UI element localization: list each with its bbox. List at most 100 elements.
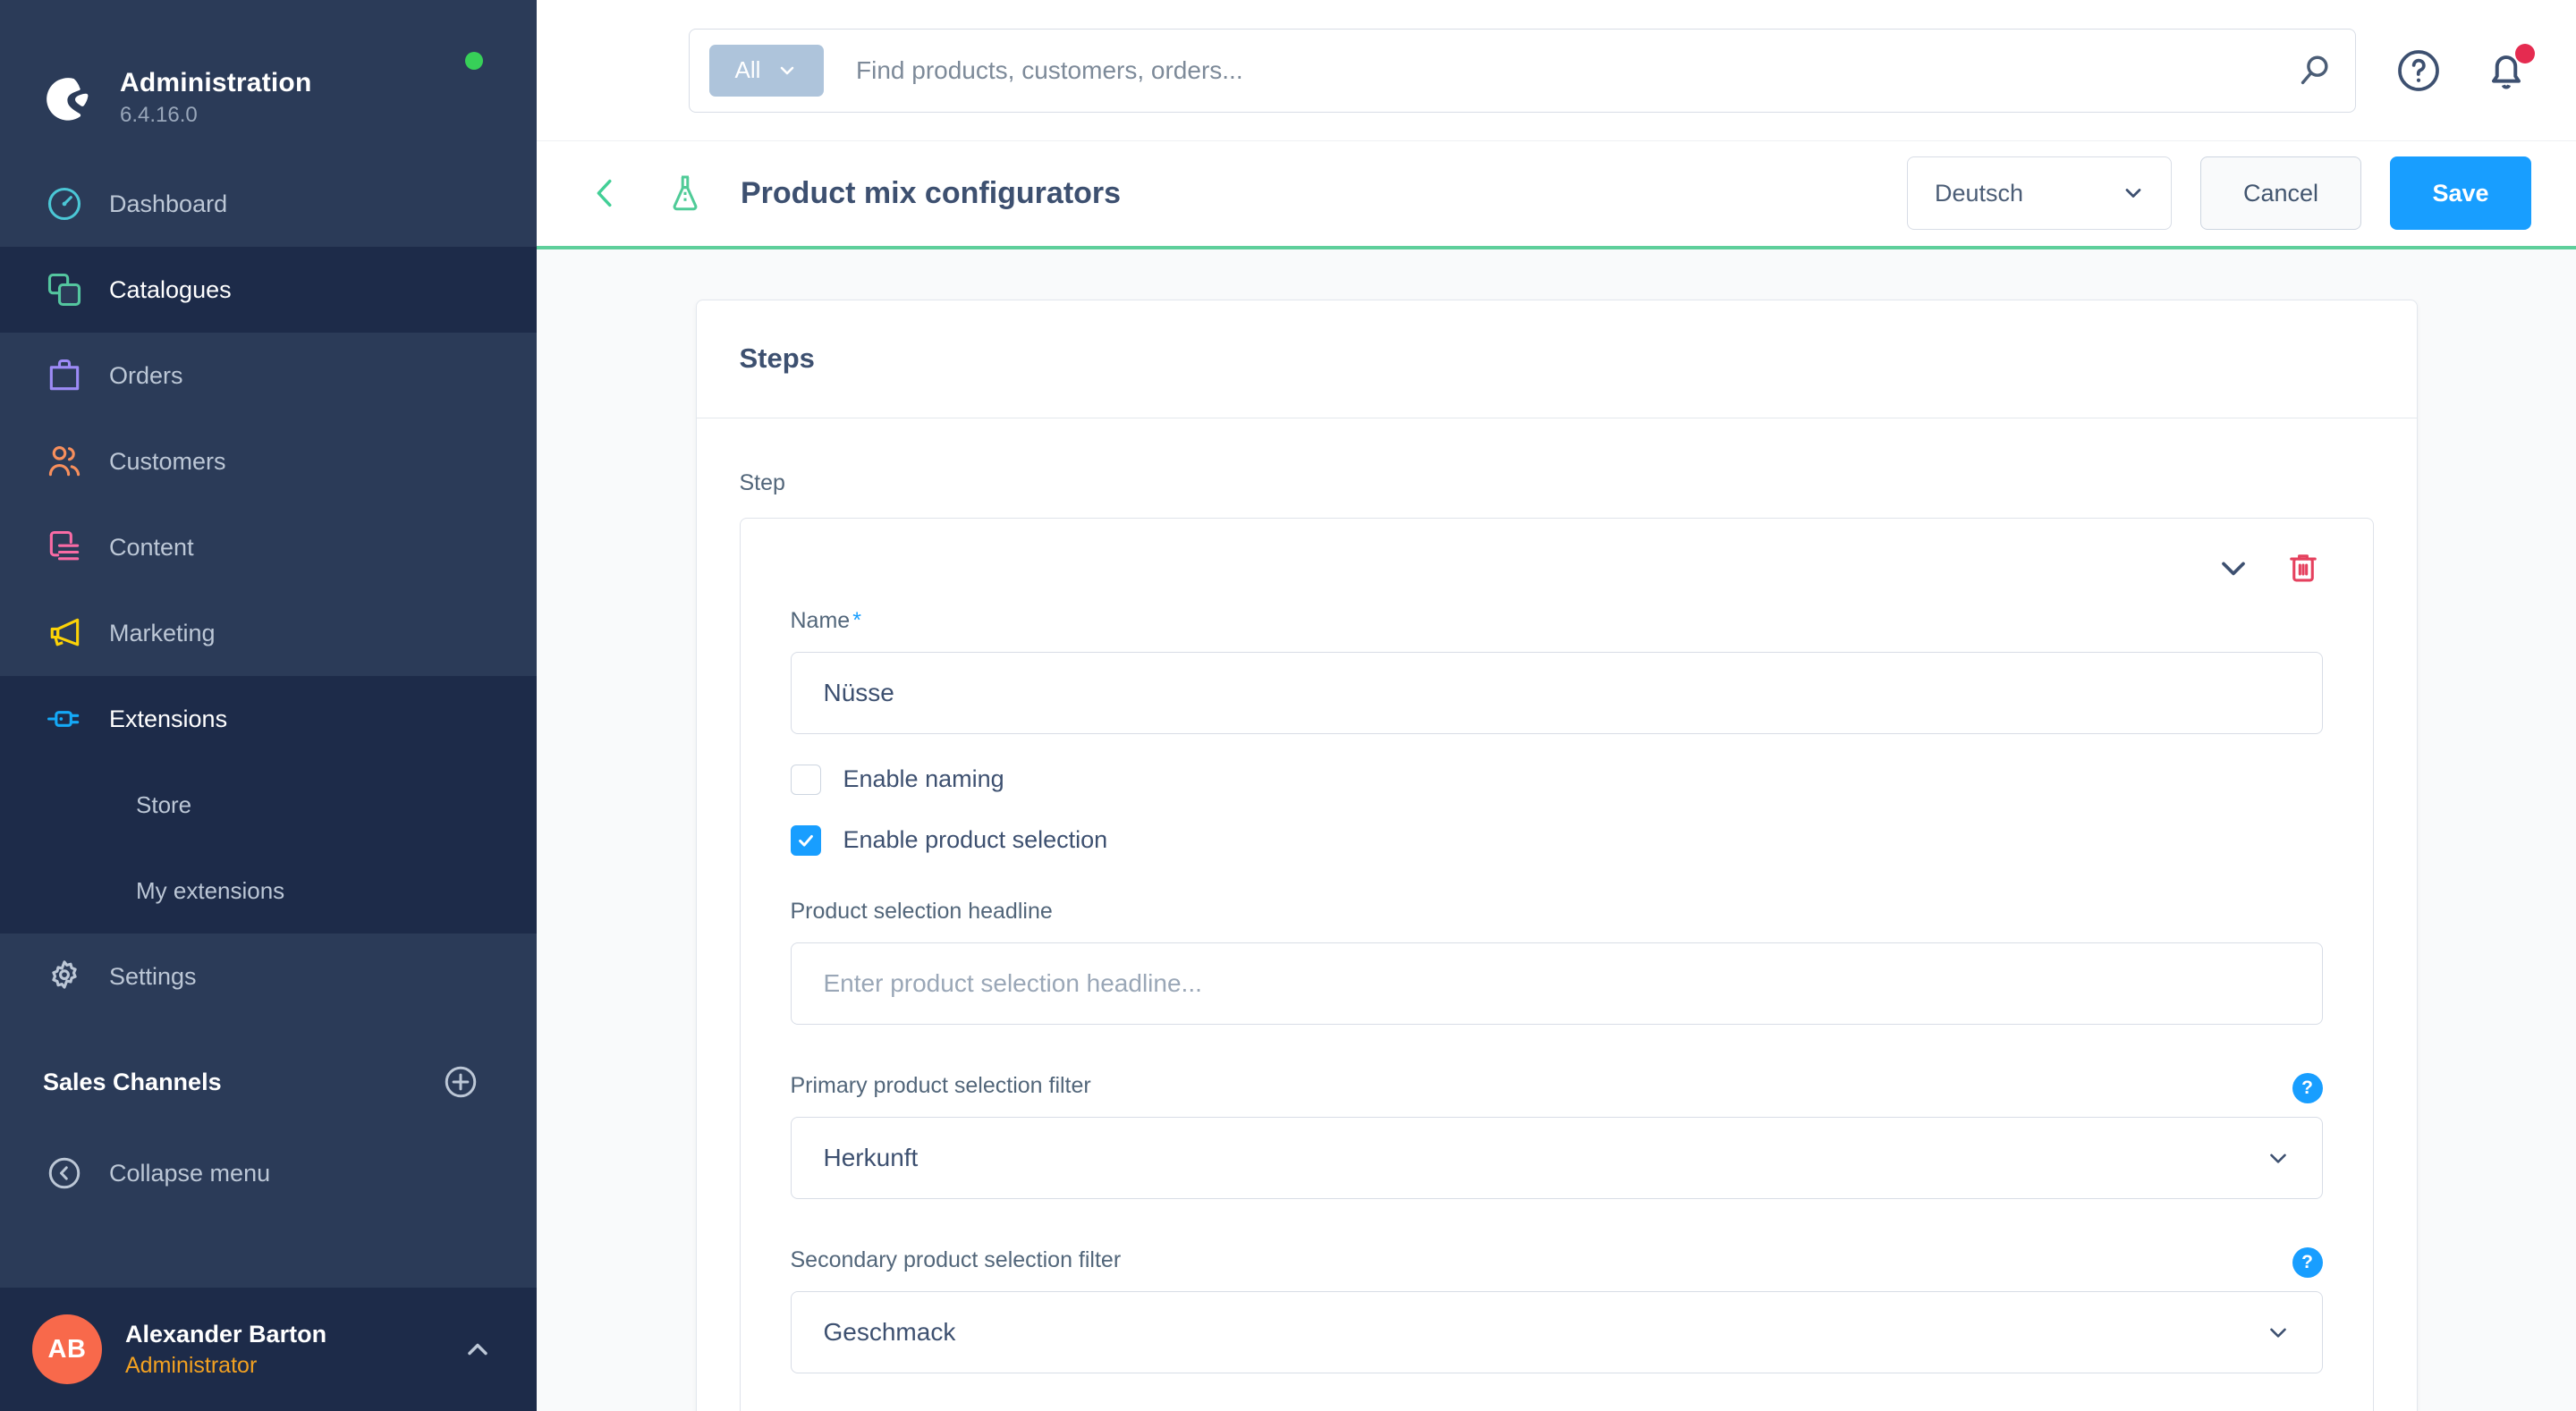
sidebar-item-label: Settings — [109, 962, 197, 990]
avatar: AB — [32, 1314, 102, 1384]
notification-badge — [2515, 43, 2535, 63]
help-circle-icon[interactable] — [2394, 46, 2444, 96]
primary-filter-select[interactable]: Herkunft — [790, 1116, 2323, 1199]
sidebar-subitem-store[interactable]: Store — [0, 762, 537, 848]
sidebar-item-marketing[interactable]: Marketing — [0, 590, 537, 676]
product-selection-headline-group: Product selection headline — [790, 898, 2323, 1025]
secondary-filter-label: Secondary product selection filter — [790, 1246, 1122, 1272]
required-marker: * — [852, 607, 861, 633]
enable-product-selection-checkbox-row[interactable]: Enable product selection — [790, 824, 2323, 856]
catalogues-icon — [43, 268, 86, 311]
sidebar-item-customers[interactable]: Customers — [0, 418, 537, 504]
sidebar-collapse-label: Collapse menu — [109, 1159, 271, 1187]
sidebar-item-extensions[interactable]: Extensions — [0, 676, 537, 762]
back-chevron-icon[interactable] — [585, 173, 626, 214]
user-role: Administrator — [125, 1353, 258, 1379]
sidebar-item-label: Dashboard — [109, 190, 228, 217]
secondary-filter-select[interactable]: Geschmack — [790, 1290, 2323, 1373]
chevron-down-icon — [2265, 1145, 2292, 1171]
marketing-icon — [43, 612, 86, 655]
chevron-left-circle-icon — [43, 1152, 86, 1195]
dashboard-icon — [43, 182, 86, 225]
step-item: Name* Enable naming — [739, 517, 2374, 1411]
app-root: Administration 6.4.16.0 Dashboard Catalo… — [0, 0, 2576, 1411]
cancel-button[interactable]: Cancel — [2200, 156, 2361, 231]
sidebar-subitem-my-extensions[interactable]: My extensions — [0, 848, 537, 934]
language-select[interactable]: Deutsch — [1907, 156, 2172, 231]
sidebar-brand-version: 6.4.16.0 — [120, 102, 198, 127]
steps-card-body: Step Name * Nüsse Enable naming Enable p… — [697, 418, 2417, 1411]
main-area: All Find products, customers, orders... … — [537, 0, 2576, 1411]
sales-channels-title: Sales Channels — [43, 1068, 222, 1095]
sidebar-item-label: Extensions — [109, 705, 228, 732]
primary-filter-label: Primary product selection filter — [790, 1072, 1091, 1098]
name-label: Name * — [791, 608, 2323, 634]
chevron-up-icon[interactable] — [462, 1333, 494, 1365]
extensions-icon — [43, 697, 86, 740]
content-scroll-area: Steps Step Name * Nüsse Enable naming En… — [537, 249, 2576, 1411]
step-section-label: Step — [739, 469, 785, 495]
secondary-filter-group: Secondary product selection filter ? Ges… — [790, 1246, 2323, 1373]
page-title: Product mix configurators — [741, 175, 1122, 210]
enable-naming-checkbox-row[interactable]: Enable naming — [790, 764, 2323, 795]
page-header: Product mix configurators Deutsch Cancel… — [537, 141, 2576, 249]
sidebar: Administration 6.4.16.0 Dashboard Catalo… — [0, 0, 537, 1411]
trash-icon[interactable] — [2284, 548, 2323, 592]
sidebar-item-label: Orders — [109, 361, 183, 389]
search-scope-selector[interactable]: All — [709, 44, 824, 97]
sidebar-item-label: Catalogues — [109, 275, 232, 303]
enable-naming-checkbox[interactable] — [790, 764, 821, 795]
name-field-group: Name * — [790, 608, 2323, 734]
steps-card-title: Steps — [739, 342, 815, 375]
global-search[interactable]: All — [689, 28, 2356, 113]
language-select-value: Deutsch — [1935, 179, 2024, 207]
sidebar-item-content[interactable]: Content — [0, 504, 537, 590]
user-name: Alexander Barton — [125, 1320, 327, 1348]
sidebar-sales-channels-header: Sales Channels — [0, 1039, 537, 1125]
chevron-down-icon — [2121, 181, 2146, 206]
search-scope-label: All — [734, 56, 761, 84]
save-button[interactable]: Save — [2390, 156, 2531, 231]
bell-icon[interactable] — [2481, 43, 2535, 96]
enable-product-selection-checkbox[interactable] — [790, 824, 821, 856]
help-badge-icon[interactable]: ? — [2292, 1246, 2323, 1278]
shopware-logo-icon — [39, 70, 95, 125]
sidebar-collapse-menu[interactable]: Collapse menu — [0, 1130, 537, 1216]
sidebar-brand-title: Administration — [120, 68, 312, 98]
plus-circle-icon[interactable] — [442, 1063, 479, 1101]
page-header-actions: Deutsch Cancel Save — [1907, 156, 2531, 231]
product-selection-headline-input[interactable] — [790, 942, 2323, 1025]
search-input[interactable] — [824, 55, 2278, 85]
sidebar-item-catalogues[interactable]: Catalogues — [0, 247, 537, 333]
chevron-down-icon — [776, 60, 798, 81]
primary-filter-value: Herkunft — [823, 1143, 919, 1171]
sidebar-subitem-label: My extensions — [136, 877, 285, 904]
status-dot-online-icon — [465, 52, 483, 70]
steps-card-header: Steps — [696, 300, 2417, 418]
primary-filter-label-row: Primary product selection filter ? — [790, 1072, 2323, 1117]
sidebar-item-settings[interactable]: Settings — [0, 934, 537, 1019]
help-badge-icon[interactable]: ? — [2292, 1072, 2323, 1103]
name-input[interactable] — [790, 651, 2323, 734]
sidebar-item-label: Content — [109, 533, 194, 561]
sidebar-user-menu[interactable]: AB Alexander Barton Administrator — [0, 1288, 537, 1411]
product-selection-headline-label: Product selection headline — [790, 898, 1053, 924]
sidebar-item-orders[interactable]: Orders — [0, 333, 537, 418]
sidebar-subitem-label: Store — [136, 791, 192, 818]
flask-icon — [664, 172, 707, 215]
content-icon — [43, 526, 86, 569]
gear-icon — [43, 955, 86, 998]
sidebar-item-label: Marketing — [109, 619, 216, 646]
secondary-filter-label-row: Secondary product selection filter ? — [790, 1246, 2323, 1291]
enable-naming-label: Enable naming — [843, 765, 1004, 793]
topbar: All — [537, 0, 2576, 142]
sidebar-item-dashboard[interactable]: Dashboard — [0, 161, 537, 247]
sidebar-brand[interactable]: Administration 6.4.16.0 — [0, 0, 537, 161]
sidebar-nav: Dashboard Catalogues Orders Customers Co… — [0, 161, 537, 1019]
search-icon[interactable] — [2294, 50, 2335, 91]
step-toolbar — [791, 545, 2323, 596]
customers-icon — [43, 440, 86, 483]
chevron-down-icon[interactable] — [2214, 548, 2253, 592]
sidebar-item-label: Customers — [109, 447, 226, 475]
